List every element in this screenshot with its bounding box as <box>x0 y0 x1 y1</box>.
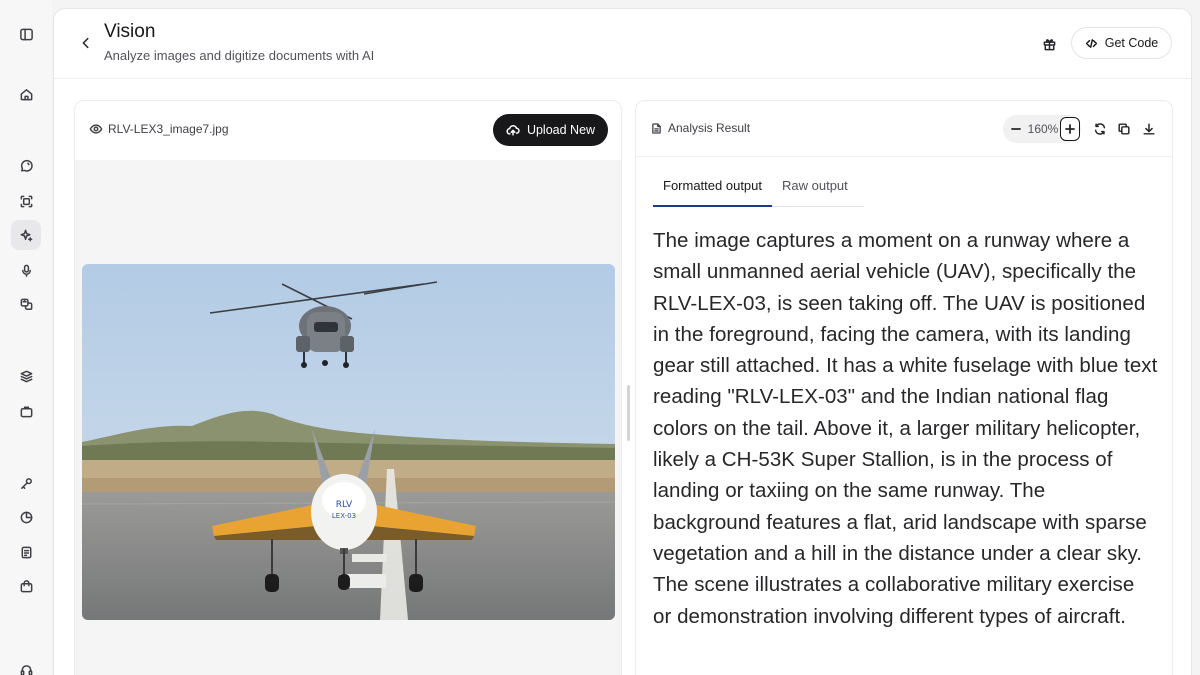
uploaded-image: RLV LEX-03 <box>82 264 615 620</box>
sparkle-icon[interactable] <box>11 220 41 250</box>
usage-icon[interactable] <box>11 502 41 532</box>
zoom-in-icon[interactable] <box>1060 117 1080 141</box>
download-icon[interactable] <box>1141 121 1157 137</box>
refresh-icon[interactable] <box>1092 121 1108 137</box>
chat-icon[interactable] <box>11 151 41 181</box>
page-header: Vision Analyze images and digitize docum… <box>54 9 1191 79</box>
page-title: Vision <box>104 21 156 42</box>
svg-text:LEX-03: LEX-03 <box>332 512 356 520</box>
file-name: RLV-LEX3_image7.jpg <box>89 122 229 136</box>
analysis-result-title: Analysis Result <box>650 121 750 135</box>
layers-icon[interactable] <box>11 361 41 391</box>
svg-text:RLV: RLV <box>336 500 353 510</box>
image-panel: RLV-LEX3_image7.jpg Upload New RLV LEX-0… <box>74 100 622 675</box>
translate-icon[interactable] <box>11 289 41 319</box>
get-code-button[interactable]: Get Code <box>1071 27 1172 59</box>
output-tabs: Formatted output Raw output <box>653 168 864 207</box>
zoom-level: 160% <box>1027 122 1059 136</box>
zoom-control: 160% <box>1003 115 1081 143</box>
support-icon[interactable] <box>11 655 41 675</box>
key-icon[interactable] <box>11 468 41 498</box>
panel-toggle-icon[interactable] <box>11 19 41 49</box>
main-panel: Vision Analyze images and digitize docum… <box>53 8 1192 675</box>
frame-icon[interactable] <box>11 186 41 216</box>
get-code-label: Get Code <box>1104 36 1159 50</box>
sidebar <box>0 0 52 675</box>
analysis-result-label: Analysis Result <box>668 121 751 135</box>
home-icon[interactable] <box>11 79 41 109</box>
result-panel-header: Analysis Result 160% <box>636 101 1172 157</box>
document-icon[interactable] <box>11 537 41 567</box>
cloud-upload-icon <box>506 125 520 136</box>
gift-icon[interactable] <box>1038 33 1060 55</box>
page-subtitle: Analyze images and digitize documents wi… <box>104 48 375 63</box>
file-text-icon <box>652 122 661 134</box>
tab-formatted-output[interactable]: Formatted output <box>653 168 772 207</box>
copy-icon[interactable] <box>1116 121 1132 137</box>
microphone-icon[interactable] <box>11 255 41 285</box>
briefcase-icon[interactable] <box>11 396 41 426</box>
eye-icon[interactable] <box>89 122 103 136</box>
panel-resize-handle[interactable] <box>627 385 630 441</box>
image-panel-header: RLV-LEX3_image7.jpg Upload New <box>75 101 621 160</box>
zoom-out-icon[interactable] <box>1006 117 1026 141</box>
tab-raw-output[interactable]: Raw output <box>772 168 858 207</box>
file-name-text: RLV-LEX3_image7.jpg <box>108 122 229 136</box>
analysis-result-panel: Analysis Result 160% Formatted output Ra… <box>635 100 1173 675</box>
analysis-text: The image captures a moment on a runway … <box>653 229 1158 628</box>
back-arrow-icon[interactable] <box>76 33 96 53</box>
bag-icon[interactable] <box>11 571 41 601</box>
upload-new-label: Upload New <box>526 123 596 137</box>
code-icon <box>1085 38 1097 48</box>
upload-new-button[interactable]: Upload New <box>493 114 608 146</box>
